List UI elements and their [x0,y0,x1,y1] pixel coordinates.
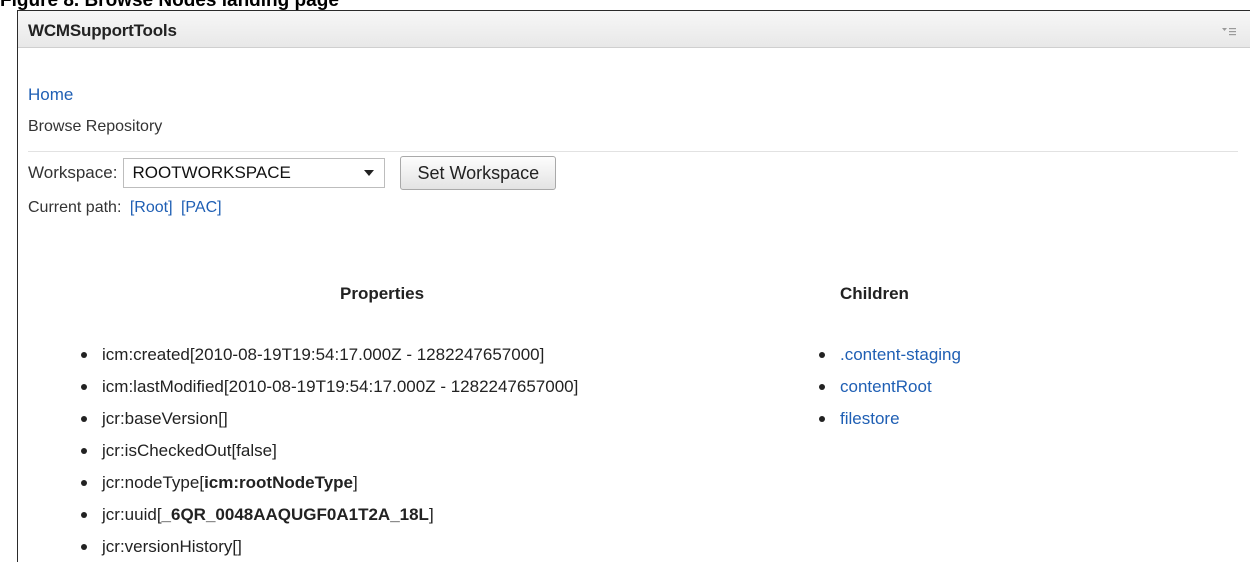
workspace-select-value: ROOTWORKSPACE [132,163,291,182]
property-name: jcr:uuid [102,505,157,524]
child-node-link[interactable]: contentRoot [840,377,932,396]
property-name: jcr:nodeType [102,473,200,492]
property-name: icm:created [102,345,190,364]
portlet-title: WCMSupportTools [28,21,177,40]
child-item: filestore [819,403,961,435]
property-bracket-close: ] [539,345,545,364]
property-bracket-close: ] [573,377,579,396]
property-value: 2010-08-19T19:54:17.000Z - 1282247657000 [194,345,540,364]
property-bracket-close: ] [237,537,242,556]
property-bracket-close: ] [353,473,358,492]
property-name: jcr:isCheckedOut [102,441,232,460]
property-item: jcr:versionHistory[] [81,531,578,563]
property-bracket-close: ] [272,441,277,460]
property-bracket-close: ] [428,505,434,524]
home-link[interactable]: Home [28,85,73,105]
workspace-select[interactable]: ROOTWORKSPACE [123,158,386,188]
properties-heading: Properties [340,284,425,303]
property-name: icm:lastModified [102,377,224,396]
set-workspace-button[interactable]: Set Workspace [400,156,557,190]
child-item: contentRoot [819,371,961,403]
property-value: _6QR_0048AAQUGF0A1T2A_18L [161,505,429,524]
property-name: jcr:versionHistory [102,537,233,556]
divider [28,151,1238,152]
property-item: icm:created[2010-08-19T19:54:17.000Z - 1… [81,339,578,371]
workspace-label: Workspace: [28,163,118,182]
path-segment-root[interactable]: [Root] [130,199,173,216]
child-node-link[interactable]: filestore [840,409,900,428]
current-path-label: Current path: [28,199,122,216]
chevron-down-icon [364,170,375,176]
workspace-row: Workspace: ROOTWORKSPACE Set Workspace [28,156,557,190]
portlet-titlebar: WCMSupportTools [18,11,1250,48]
current-path: Current path: [Root] [PAC] [28,199,222,217]
property-value: 2010-08-19T19:54:17.000Z - 1282247657000 [228,377,574,396]
property-item: jcr:nodeType[icm:rootNodeType] [81,467,578,499]
property-name: jcr:baseVersion [102,409,219,428]
child-node-link[interactable]: .content-staging [840,345,961,364]
menu-icon[interactable] [1222,24,1236,36]
portlet-window: WCMSupportTools Home Browse Repository W… [17,10,1250,562]
property-value: false [236,441,273,460]
property-item: jcr:isCheckedOut[false] [81,435,578,467]
property-item: jcr:baseVersion[] [81,403,578,435]
child-item: .content-staging [819,339,961,371]
property-bracket-close: ] [222,409,228,428]
property-item: jcr:uuid[_6QR_0048AAQUGF0A1T2A_18L] [81,499,578,531]
children-heading: Children [840,284,909,303]
properties-list: icm:created[2010-08-19T19:54:17.000Z - 1… [81,339,578,563]
children-list: .content-staging contentRoot filestore [819,339,961,435]
property-value: icm:rootNodeType [204,473,353,492]
property-item: icm:lastModified[2010-08-19T19:54:17.000… [81,371,578,403]
path-segment-pac[interactable]: [PAC] [181,199,222,216]
breadcrumb: Browse Repository [28,118,163,135]
